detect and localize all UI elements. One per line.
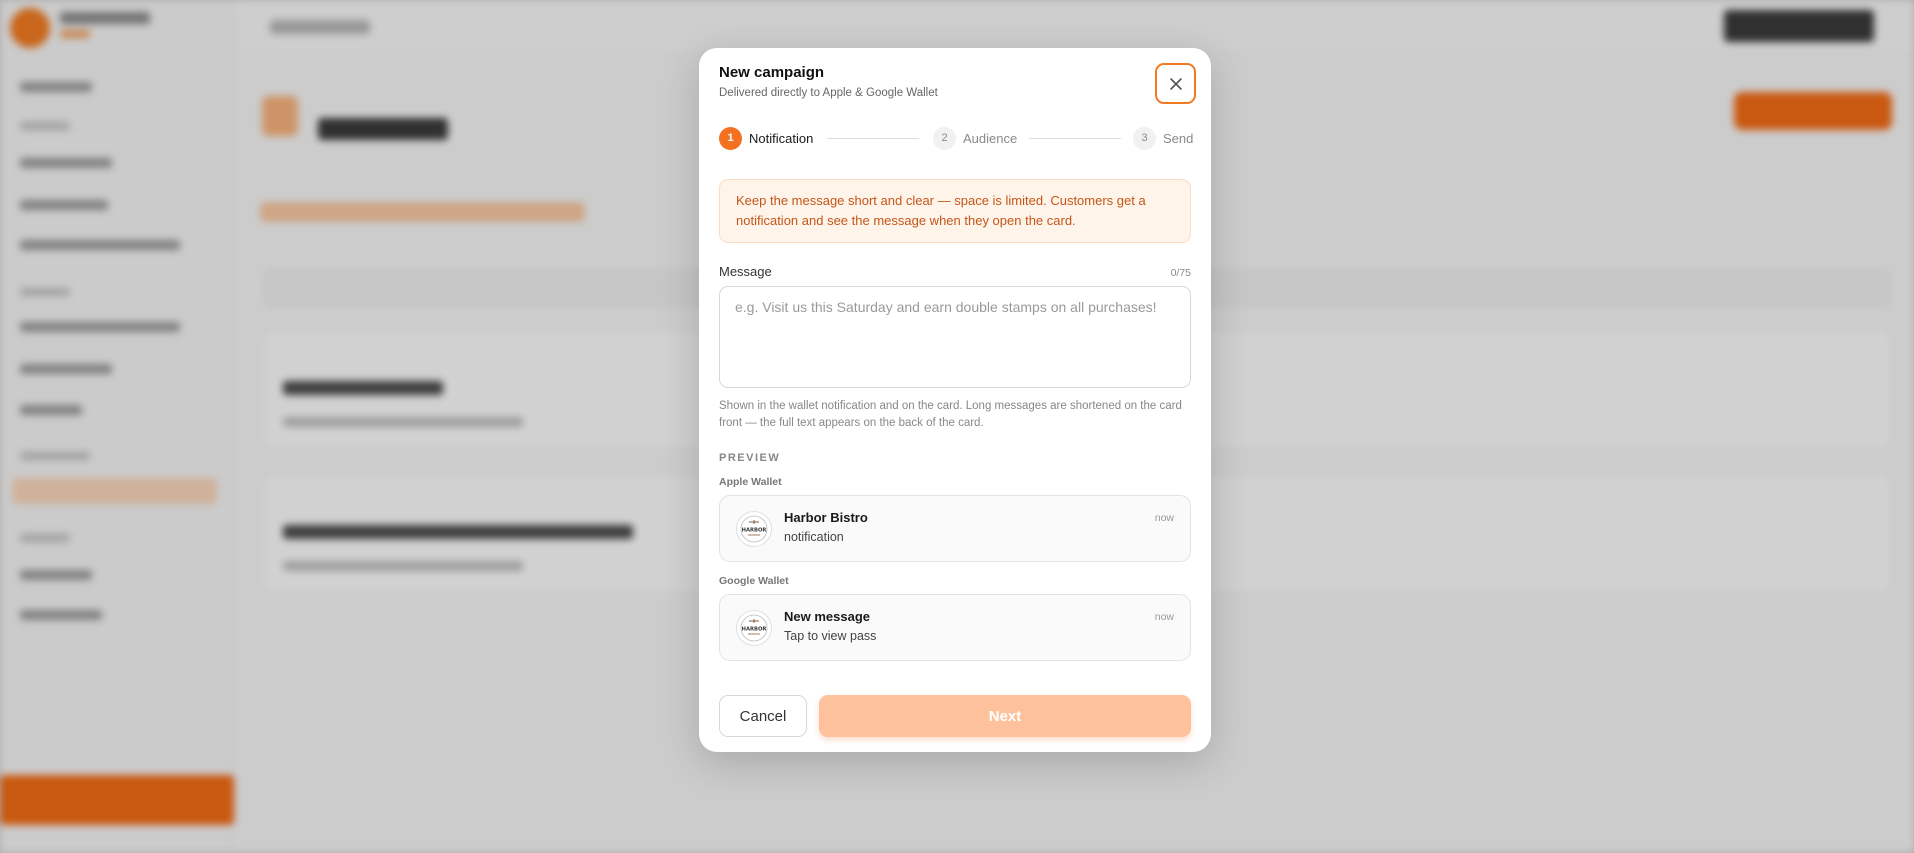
message-input[interactable] xyxy=(719,286,1191,388)
stepper: 1 Notification 2 Audience 3 Send xyxy=(719,126,1193,150)
google-wallet-preview: HARBOR New message Tap to view pass now xyxy=(719,594,1191,661)
cancel-button[interactable]: Cancel xyxy=(719,695,807,737)
step-number: 3 xyxy=(1133,126,1156,150)
harbor-logo-icon: HARBOR xyxy=(736,511,772,547)
apple-wallet-preview: HARBOR Harbor Bistro notification now xyxy=(719,495,1191,562)
step-label: Audience xyxy=(963,130,1018,146)
step-label: Send xyxy=(1163,130,1194,146)
preview-title: Harbor Bistro xyxy=(784,510,868,525)
step-connector xyxy=(827,138,919,139)
svg-text:HARBOR: HARBOR xyxy=(742,627,767,633)
preview-timestamp: now xyxy=(1154,611,1174,623)
step-notification: 1 Notification xyxy=(719,126,813,150)
character-counter: 0/75 xyxy=(1170,267,1191,279)
preview-heading: PREVIEW xyxy=(719,452,781,464)
close-button[interactable] xyxy=(1155,63,1196,104)
info-banner: Keep the message short and clear — space… xyxy=(719,179,1191,243)
close-icon xyxy=(1169,77,1182,90)
apple-wallet-label: Apple Wallet xyxy=(719,476,782,488)
step-send: 3 Send xyxy=(1133,126,1193,150)
harbor-logo-icon: HARBOR xyxy=(736,610,772,646)
svg-text:HARBOR: HARBOR xyxy=(742,528,767,534)
preview-text: notification xyxy=(784,530,844,544)
message-help-text: Shown in the wallet notification and on … xyxy=(719,400,1182,429)
preview-title: New message xyxy=(784,609,870,624)
new-campaign-modal: New campaign Delivered directly to Apple… xyxy=(699,48,1211,752)
message-label: Message xyxy=(719,264,772,279)
step-number: 1 xyxy=(719,126,742,150)
modal-subtitle: Delivered directly to Apple & Google Wal… xyxy=(719,87,938,99)
preview-timestamp: now xyxy=(1154,512,1174,524)
google-wallet-label: Google Wallet xyxy=(719,575,789,587)
step-audience: 2 Audience xyxy=(933,126,1017,150)
next-button[interactable]: Next xyxy=(819,695,1191,737)
preview-text: Tap to view pass xyxy=(784,629,877,643)
step-number: 2 xyxy=(933,126,956,150)
step-connector xyxy=(1029,138,1121,139)
modal-title: New campaign xyxy=(719,64,825,81)
step-label: Notification xyxy=(749,130,814,146)
